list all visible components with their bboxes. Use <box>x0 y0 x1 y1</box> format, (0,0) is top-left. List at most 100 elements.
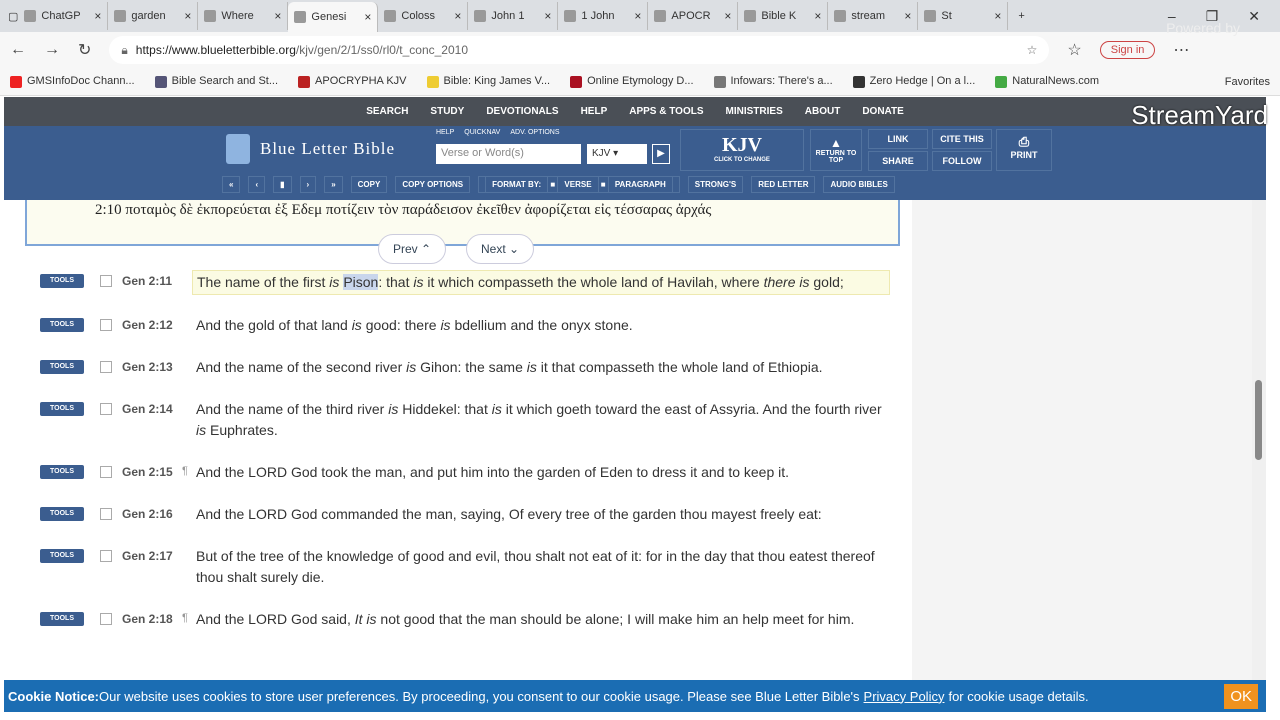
browser-tab[interactable]: Coloss × <box>378 2 469 30</box>
scrollbar-thumb[interactable] <box>1255 380 1262 460</box>
tools-button[interactable]: TOOLS <box>40 465 84 479</box>
close-icon[interactable]: × <box>274 9 281 23</box>
browser-tab[interactable]: 1 John × <box>558 2 649 30</box>
link-button[interactable]: LINK <box>868 129 928 149</box>
close-icon[interactable]: × <box>544 9 551 23</box>
nav-item[interactable]: SEARCH <box>366 106 408 117</box>
cookie-ok-button[interactable]: OK <box>1224 683 1258 709</box>
last-chapter-icon[interactable]: » <box>324 176 343 193</box>
prev-button[interactable]: Prev ⌃ <box>378 234 447 264</box>
nav-item[interactable]: DEVOTIONALS <box>486 106 558 117</box>
nav-item[interactable]: STUDY <box>430 106 464 117</box>
forward-icon[interactable]: → <box>44 41 60 59</box>
toolbar-item[interactable]: RED LETTER <box>751 176 816 193</box>
verse-ref[interactable]: Gen 2:18 <box>122 608 182 631</box>
favorites-folder[interactable]: Favorites <box>1225 76 1270 88</box>
copy-icon[interactable] <box>100 275 112 287</box>
search-link[interactable]: ADV. OPTIONS <box>510 129 559 136</box>
browser-tab[interactable]: Bible K × <box>738 2 829 30</box>
new-tab-icon[interactable]: + <box>1018 10 1024 22</box>
toolbar-item[interactable]: COPY OPTIONS <box>395 176 471 193</box>
close-icon[interactable]: × <box>814 9 821 23</box>
close-icon[interactable]: × <box>94 9 101 23</box>
browser-tab[interactable]: Genesi × <box>288 2 379 32</box>
format-paragraph[interactable]: PARAGRAPH <box>607 176 673 193</box>
chapter-icon[interactable]: ▮ <box>273 176 292 193</box>
reload-icon[interactable]: ↻ <box>78 40 91 60</box>
nav-item[interactable]: DONATE <box>862 106 903 117</box>
sign-in-button[interactable]: Sign in <box>1099 41 1156 59</box>
bookmark[interactable]: Infowars: There's a... <box>713 75 833 88</box>
back-icon[interactable]: ← <box>10 41 26 59</box>
bookmark[interactable]: GMSInfoDoc Chann... <box>10 75 135 88</box>
return-top-button[interactable]: ▲ RETURN TO TOP <box>810 129 862 171</box>
search-go-button[interactable]: ▶ <box>652 144 670 164</box>
print-button[interactable]: ⎙ PRINT <box>996 129 1052 171</box>
bookmark[interactable]: NaturalNews.com <box>995 75 1099 88</box>
copy-icon[interactable] <box>100 319 112 331</box>
privacy-policy-link[interactable]: Privacy Policy <box>864 689 945 704</box>
verse-ref[interactable]: Gen 2:13 <box>122 356 182 379</box>
browser-tab[interactable]: ChatGP × <box>18 2 109 30</box>
verse-ref[interactable]: Gen 2:16 <box>122 503 182 526</box>
verse-ref[interactable]: Gen 2:11 <box>122 270 182 295</box>
close-icon[interactable]: × <box>994 9 1001 23</box>
prev-chapter-icon[interactable]: ‹ <box>248 176 266 193</box>
browser-tab[interactable]: Where × <box>198 2 289 30</box>
browser-tab[interactable]: St × <box>918 2 1009 30</box>
nav-item[interactable]: MINISTRIES <box>726 106 783 117</box>
tools-button[interactable]: TOOLS <box>40 318 84 332</box>
close-icon[interactable]: × <box>184 9 191 23</box>
tools-button[interactable]: TOOLS <box>40 402 84 416</box>
verse-ref[interactable]: Gen 2:15 <box>122 461 182 484</box>
browser-tab[interactable]: John 1 × <box>468 2 559 30</box>
format-verse[interactable]: VERSE <box>557 176 599 193</box>
copy-icon[interactable] <box>100 403 112 415</box>
next-button[interactable]: Next ⌄ <box>466 234 535 264</box>
star-icon[interactable]: ☆ <box>1027 43 1038 57</box>
version-select[interactable]: KJV ▾ <box>587 144 647 164</box>
follow-button[interactable]: FOLLOW <box>932 151 992 171</box>
tools-button[interactable]: TOOLS <box>40 507 84 521</box>
next-chapter-icon[interactable]: › <box>299 176 317 193</box>
verse-ref[interactable]: Gen 2:12 <box>122 314 182 337</box>
bookmark[interactable]: Bible Search and St... <box>154 75 278 88</box>
close-icon[interactable]: × <box>724 9 731 23</box>
browser-tab[interactable]: stream × <box>828 2 919 30</box>
copy-icon[interactable] <box>100 613 112 625</box>
bookmark[interactable]: Online Etymology D... <box>570 75 694 88</box>
search-link[interactable]: QUICKNAV <box>464 129 500 136</box>
cite-button[interactable]: CITE THIS <box>932 129 992 149</box>
toolbar-item[interactable]: AUDIO BIBLES <box>823 176 895 193</box>
close-icon[interactable]: × <box>634 9 641 23</box>
tab-actions-icon[interactable]: ▢ <box>8 10 18 23</box>
toolbar-item[interactable]: STRONG'S <box>687 176 744 193</box>
verse-ref[interactable]: Gen 2:17 <box>122 545 182 589</box>
site-logo[interactable]: Blue Letter Bible <box>226 134 395 164</box>
bookmark[interactable]: Bible: King James V... <box>426 75 550 88</box>
search-input[interactable]: Verse or Word(s) <box>436 144 581 164</box>
copy-icon[interactable] <box>100 361 112 373</box>
tools-button[interactable]: TOOLS <box>40 274 84 288</box>
favorites-icon[interactable]: ☆ <box>1067 40 1081 60</box>
close-icon[interactable]: × <box>904 9 911 23</box>
share-button[interactable]: SHARE <box>868 151 928 171</box>
bookmark[interactable]: Zero Hedge | On a l... <box>852 75 975 88</box>
toolbar-item[interactable]: FORMAT BY: ■ VERSE ■ PARAGRAPH <box>478 176 680 193</box>
toolbar-item[interactable]: COPY <box>350 176 388 193</box>
version-change-button[interactable]: KJV CLICK TO CHANGE <box>680 129 804 171</box>
tools-button[interactable]: TOOLS <box>40 549 84 563</box>
close-icon[interactable]: × <box>364 10 371 24</box>
more-icon[interactable]: ⋯ <box>1173 40 1189 60</box>
nav-item[interactable]: ABOUT <box>805 106 841 117</box>
url-bar[interactable]: 🔒︎ https://www.blueletterbible.org/kjv/ge… <box>109 36 1050 64</box>
browser-tab[interactable]: garden × <box>108 2 199 30</box>
close-icon[interactable]: × <box>454 9 461 23</box>
copy-icon[interactable] <box>100 466 112 478</box>
first-chapter-icon[interactable]: « <box>222 176 241 193</box>
tools-button[interactable]: TOOLS <box>40 360 84 374</box>
tools-button[interactable]: TOOLS <box>40 612 84 626</box>
nav-item[interactable]: HELP <box>581 106 608 117</box>
copy-icon[interactable] <box>100 508 112 520</box>
nav-item[interactable]: APPS & TOOLS <box>629 106 703 117</box>
